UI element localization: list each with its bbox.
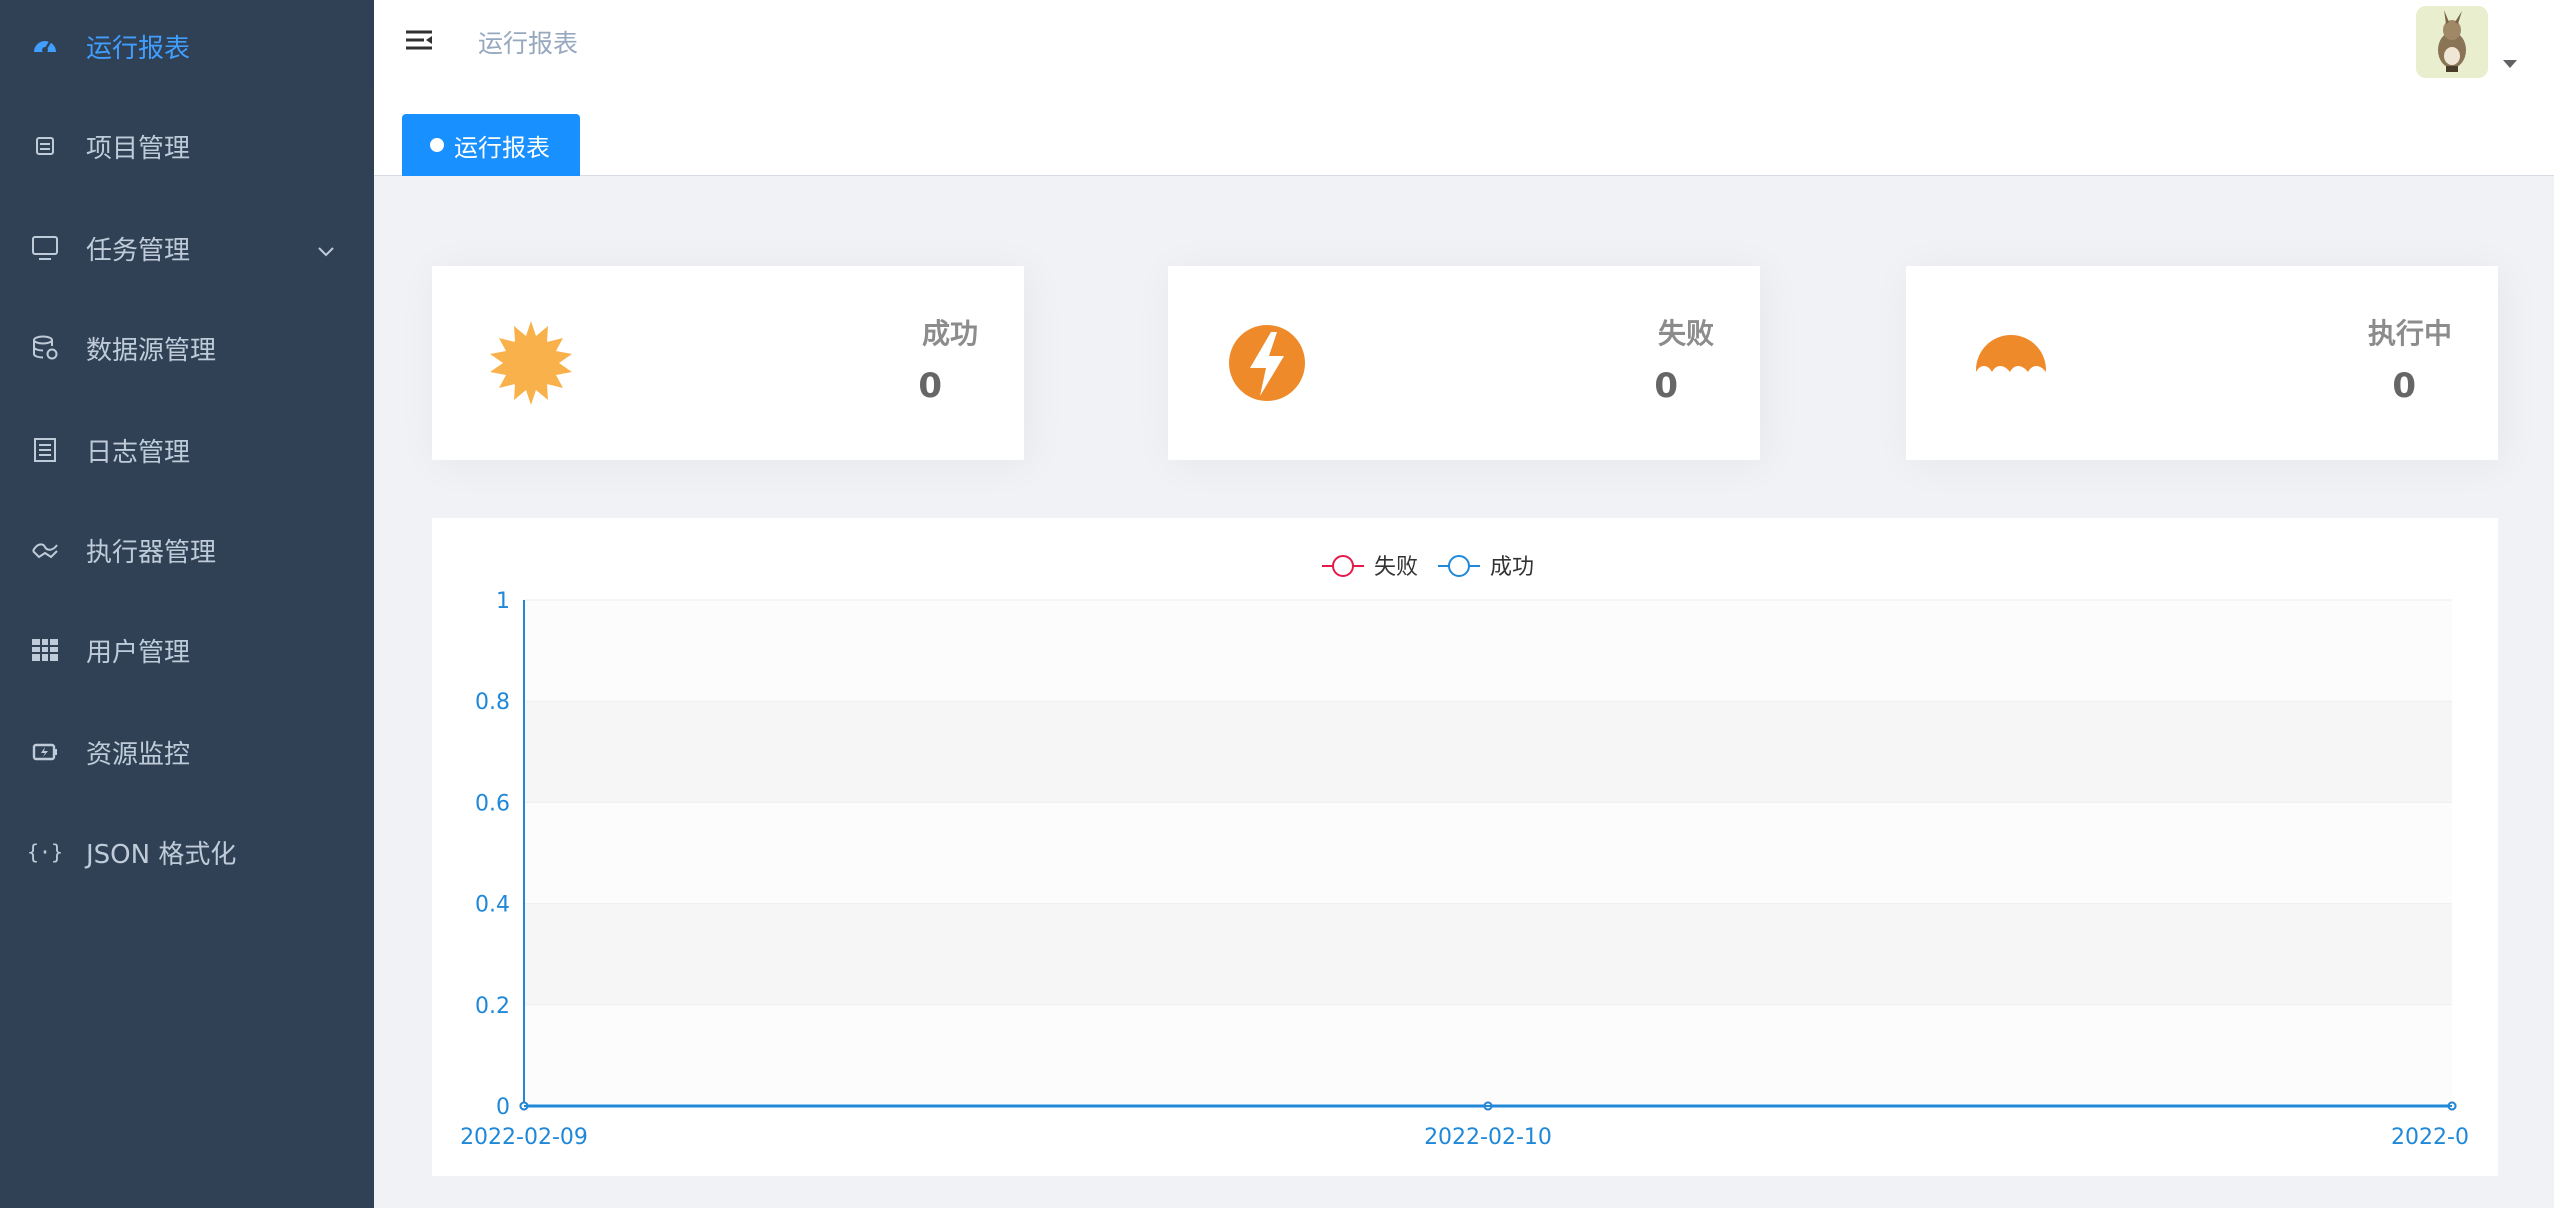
stat-label: 失败 [1657,317,1714,350]
legend-label: 失败 [1374,555,1418,580]
y-tick-label: 0.8 [475,690,510,715]
sidebar-item-label: 运行报表 [86,33,191,64]
avatar[interactable] [2416,6,2488,78]
stat-value: 0 [1654,366,1678,406]
sidebar-item-project[interactable]: 项目管理 [0,96,374,196]
log-icon [30,435,60,465]
line-chart: 0 0.2 0.4 0.6 0.8 1 2022-02-09 2022-02-10 2022-0… [460,555,2469,1150]
json-braces-icon: {·} [26,840,64,864]
y-tick-label: 0.6 [475,791,510,816]
sidebar-item-label: 执行器管理 [86,537,217,568]
sidebar-item-datasource[interactable]: 数据源管理 [0,298,374,398]
stat-value: 0 [918,366,942,406]
dashboard-icon [30,31,60,61]
executor-icon [30,535,60,565]
sidebar-item-task[interactable]: 任务管理 [0,198,374,298]
grid-band [524,903,2452,1005]
sidebar-item-executor[interactable]: 执行器管理 [0,500,374,600]
chevron-down-icon [316,236,336,266]
grid-band [524,1004,2452,1106]
monitor-icon [30,233,60,263]
stat-label: 执行中 [2367,317,2452,350]
sun-icon [486,318,576,408]
sidebar-item-label: 日志管理 [86,437,191,468]
grid-band [524,701,2452,803]
stat-card-failure: 失败 0 [1168,266,1760,460]
database-icon [30,333,60,363]
sidebar: 运行报表 项目管理 任务管理 数据源管理 日志管理 执行器管理 用户管理 资源监… [0,0,374,1208]
stat-label: 成功 [921,317,978,350]
y-tick-label: 1 [496,589,510,614]
breadcrumb: 运行报表 [478,29,579,58]
sidebar-item-label: 用户管理 [86,637,191,668]
sidebar-item-monitor[interactable]: 资源监控 [0,702,374,802]
stat-card-running: 执行中 0 [1906,266,2498,460]
stat-value: 0 [2392,366,2416,406]
stat-card-success: 成功 0 [432,266,1024,460]
legend-marker [1332,555,1354,577]
navbar: 运行报表 [374,0,2554,84]
y-tick-label: 0 [496,1095,510,1120]
sidebar-item-user[interactable]: 用户管理 [0,600,374,700]
table-icon [30,635,60,665]
grid-band [524,600,2452,702]
tag-dot-icon [430,138,444,152]
caret-down-icon[interactable] [2502,54,2518,73]
sidebar-item-json[interactable]: {·} JSON 格式化 [0,802,374,902]
x-tick-label: 2022-02-09 [460,1125,588,1150]
sidebar-item-label: 资源监控 [86,739,191,770]
x-tick-label: 2022-02-10 [1424,1125,1552,1150]
sidebar-item-report[interactable]: 运行报表 [0,0,374,96]
grid-band [524,802,2452,904]
y-tick-label: 0.4 [475,893,510,918]
sidebar-item-label: 数据源管理 [86,335,217,366]
tag-label: 运行报表 [454,133,550,162]
tag-report[interactable]: 运行报表 [402,114,580,176]
sidebar-item-label: 项目管理 [86,133,191,164]
hamburger-icon[interactable] [404,26,436,58]
legend-label: 成功 [1490,555,1534,580]
crescent-icon [1960,318,2050,408]
project-icon [30,131,60,161]
lightning-icon [1222,318,1312,408]
battery-icon [30,737,60,767]
tags-view: 运行报表 [374,84,2554,176]
sidebar-item-label: JSON 格式化 [86,839,237,870]
y-tick-label: 0.2 [475,994,510,1019]
sidebar-item-log[interactable]: 日志管理 [0,400,374,500]
legend-marker [1448,555,1470,577]
line-chart-panel: 0 0.2 0.4 0.6 0.8 1 2022-02-09 2022-02-10 2022-0… [432,518,2498,1176]
sidebar-item-label: 任务管理 [86,235,191,266]
x-tick-label: 2022-0 [2391,1125,2469,1150]
